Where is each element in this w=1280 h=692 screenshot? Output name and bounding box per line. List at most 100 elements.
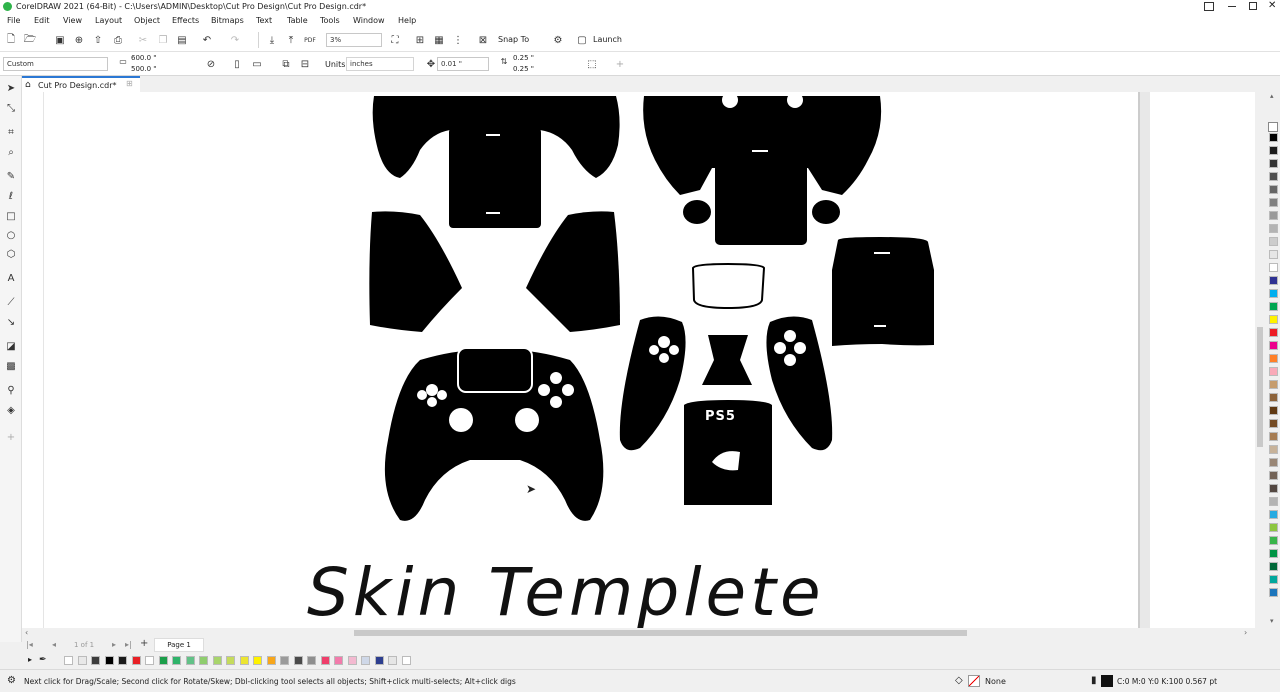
first-page-icon[interactable]: |◂ — [26, 640, 33, 649]
launch-dropdown[interactable]: Launch — [593, 35, 622, 44]
menu-tools[interactable]: Tools — [320, 16, 340, 25]
export-icon[interactable]: ⤒ — [284, 33, 298, 47]
color-swatch[interactable] — [185, 656, 195, 665]
polygon-tool-icon[interactable]: ⬡ — [4, 248, 18, 262]
treat-as-filled-icon[interactable]: ⬚ — [585, 57, 599, 71]
minimize-button[interactable] — [1228, 6, 1236, 7]
vertical-scrollbar[interactable] — [1255, 92, 1267, 628]
menu-help[interactable]: Help — [398, 16, 416, 25]
color-swatch[interactable] — [1269, 536, 1278, 545]
zoom-to-page-icon[interactable]: ⛶ — [388, 33, 402, 47]
options-gear-icon[interactable]: ⚙ — [551, 33, 565, 47]
color-swatch[interactable] — [361, 656, 370, 665]
color-swatch[interactable] — [91, 656, 100, 665]
text-tool-icon[interactable]: A — [4, 272, 18, 286]
paste-icon[interactable]: ▤ — [175, 33, 189, 47]
menu-table[interactable]: Table — [287, 16, 308, 25]
color-swatch[interactable] — [1269, 549, 1278, 558]
color-swatch[interactable] — [1269, 172, 1278, 181]
menu-edit[interactable]: Edit — [34, 16, 50, 25]
palette-scroll-up-icon[interactable]: ▴ — [1270, 92, 1274, 100]
close-button[interactable]: ✕ — [1268, 0, 1276, 11]
color-swatch[interactable] — [1269, 185, 1278, 194]
nudge-distance-field[interactable]: 0.01 " — [437, 57, 489, 71]
parallel-dimension-icon[interactable]: ⟋ — [4, 296, 18, 310]
color-swatch[interactable] — [212, 656, 222, 665]
color-swatch[interactable] — [77, 656, 87, 665]
rectangle-tool-icon[interactable]: □ — [4, 210, 18, 224]
restore-window-icon[interactable] — [1204, 2, 1214, 11]
color-swatch[interactable] — [64, 656, 73, 665]
color-swatch[interactable] — [172, 656, 181, 665]
menu-bitmaps[interactable]: Bitmaps — [211, 16, 244, 25]
outline-pen-icon[interactable]: ▮ — [1091, 675, 1097, 686]
drawing-canvas[interactable]: PS5 Skin Templete ➤ — [22, 92, 1258, 628]
page-height-field[interactable]: 500.0 " — [131, 65, 156, 73]
color-swatch[interactable] — [239, 656, 249, 665]
duplicate-x-field[interactable]: 0.25 " — [513, 54, 534, 62]
prev-page-icon[interactable]: ◂ — [52, 640, 56, 649]
units-select[interactable]: inches — [346, 57, 414, 71]
color-swatch[interactable] — [1269, 471, 1278, 480]
vertical-scroll-thumb[interactable] — [1257, 327, 1263, 447]
menu-window[interactable]: Window — [353, 16, 385, 25]
palette-scroll-down-icon[interactable]: ▾ — [1270, 617, 1274, 625]
color-swatch[interactable] — [158, 656, 168, 665]
color-swatch[interactable] — [1269, 406, 1278, 415]
new-tab-icon[interactable]: ⊞ — [126, 79, 133, 88]
last-page-icon[interactable]: ▸| — [125, 640, 132, 649]
bleed-icon[interactable]: ⊟ — [298, 57, 312, 71]
color-swatch[interactable] — [145, 656, 154, 665]
color-swatch[interactable] — [280, 656, 289, 665]
color-swatch[interactable] — [1269, 250, 1278, 259]
color-swatch[interactable] — [1269, 302, 1278, 311]
import-icon[interactable]: ⤓ — [265, 33, 279, 47]
freehand-tool-icon[interactable]: ✎ — [4, 170, 18, 184]
show-rulers-icon[interactable]: ⊞ — [413, 33, 427, 47]
color-swatch[interactable] — [1269, 146, 1278, 155]
color-swatch[interactable] — [1269, 497, 1278, 506]
undo-icon[interactable]: ↶ — [200, 33, 214, 47]
page-width-field[interactable]: 600.0 " — [131, 54, 156, 62]
color-swatch[interactable] — [334, 656, 343, 665]
connector-tool-icon[interactable]: ↘ — [4, 316, 18, 330]
color-swatch[interactable] — [1269, 380, 1278, 389]
color-swatch[interactable] — [118, 656, 127, 665]
landscape-icon[interactable]: ▭ — [250, 57, 264, 71]
color-swatch[interactable] — [1269, 289, 1278, 298]
color-swatch[interactable] — [1269, 588, 1278, 597]
color-swatch[interactable] — [293, 656, 303, 665]
color-swatch[interactable] — [307, 656, 316, 665]
scroll-right-icon[interactable]: › — [1244, 628, 1247, 637]
color-swatch[interactable] — [1269, 224, 1278, 233]
page-tab[interactable]: Page 1 — [154, 638, 204, 652]
color-swatch[interactable] — [1269, 263, 1278, 272]
color-swatch[interactable] — [253, 656, 262, 665]
color-swatch[interactable] — [1269, 393, 1278, 402]
color-swatch[interactable] — [401, 656, 411, 665]
add-tool-icon[interactable]: + — [4, 431, 18, 445]
color-swatch[interactable] — [1269, 575, 1278, 584]
crop-tool-icon[interactable]: ⌗ — [4, 126, 18, 140]
color-swatch[interactable] — [1269, 159, 1278, 168]
color-swatch[interactable] — [1269, 445, 1278, 454]
show-grid-icon[interactable]: ▦ — [432, 33, 446, 47]
color-swatch[interactable] — [131, 656, 141, 665]
cut-icon[interactable]: ✂ — [136, 33, 150, 47]
fill-icon[interactable]: ◇ — [955, 675, 963, 686]
redo-icon[interactable]: ↷ — [228, 33, 242, 47]
fill-none-swatch[interactable] — [968, 675, 980, 687]
interactive-fill-icon[interactable]: ◈ — [4, 404, 18, 418]
color-swatch[interactable] — [1269, 341, 1278, 350]
color-swatch[interactable] — [1269, 354, 1278, 363]
color-swatch[interactable] — [1269, 198, 1278, 207]
transparency-tool-icon[interactable]: ▩ — [4, 360, 18, 374]
color-swatch[interactable] — [388, 656, 397, 665]
color-swatch[interactable] — [320, 656, 330, 665]
color-swatch[interactable] — [1269, 458, 1278, 467]
zoom-level-field[interactable]: 3% — [326, 33, 382, 47]
color-swatch[interactable] — [347, 656, 357, 665]
color-swatch[interactable] — [1269, 328, 1278, 337]
color-swatch[interactable] — [1269, 419, 1278, 428]
drop-shadow-icon[interactable]: ◪ — [4, 340, 18, 354]
